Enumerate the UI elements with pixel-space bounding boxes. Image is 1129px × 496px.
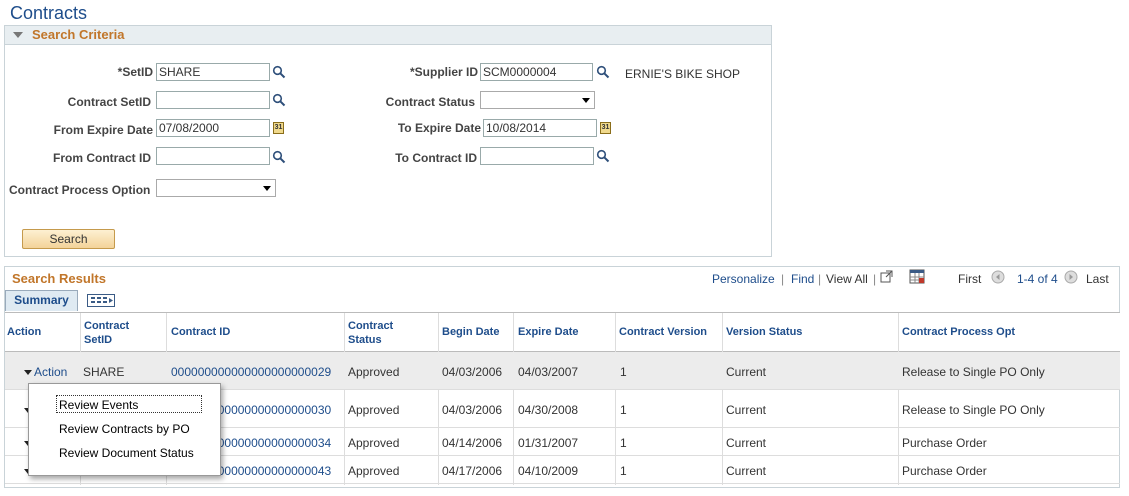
- menu-item-review-document-status[interactable]: Review Document Status: [59, 446, 194, 460]
- chevron-down-icon: [582, 98, 590, 103]
- collapse-triangle-icon[interactable]: [13, 32, 23, 38]
- from-expire-date-input[interactable]: [156, 119, 270, 137]
- previous-arrow-icon[interactable]: [991, 270, 1005, 284]
- download-grid-icon[interactable]: [909, 269, 925, 284]
- row-expire-date: 04/30/2008: [518, 403, 579, 417]
- search-results-title: Search Results: [12, 271, 106, 286]
- row-version: 1: [620, 436, 627, 450]
- new-window-icon[interactable]: [880, 270, 893, 283]
- column-header-begin-date[interactable]: Begin Date: [442, 326, 499, 338]
- supplier-id-input[interactable]: [480, 63, 593, 81]
- row-begin-date: 04/03/2006: [442, 365, 503, 379]
- menu-item-review-contracts-by-po[interactable]: Review Contracts by PO: [59, 422, 190, 436]
- tab-summary[interactable]: Summary: [5, 290, 78, 311]
- row-begin-date: 04/17/2006: [442, 464, 503, 478]
- search-criteria-panel: [4, 25, 772, 257]
- row-range: 1-4 of 4: [1017, 272, 1058, 286]
- search-button[interactable]: Search: [22, 229, 115, 249]
- to-expire-date-input[interactable]: [483, 119, 597, 137]
- contract-status-select[interactable]: [480, 91, 595, 109]
- to-expire-date-label: To Expire Date: [397, 121, 481, 135]
- separator: |: [781, 272, 785, 286]
- row-status: Approved: [348, 436, 400, 450]
- row-process-opt: Release to Single PO Only: [902, 403, 1045, 417]
- contract-id-link[interactable]: 000000000000000000000029: [171, 365, 331, 379]
- column-header-contract-status[interactable]: Contract Status: [348, 319, 408, 347]
- personalize-link[interactable]: Personalize: [712, 272, 775, 286]
- column-header-version-status[interactable]: Version Status: [726, 326, 802, 338]
- supplier-name: ERNIE'S BIKE SHOP: [625, 67, 740, 81]
- column-header-process-opt[interactable]: Contract Process Opt: [902, 326, 1015, 338]
- setid-input[interactable]: [156, 63, 270, 81]
- from-contract-id-label: From Contract ID: [52, 151, 151, 165]
- row-version-status: Current: [726, 464, 767, 478]
- row-begin-date: 04/03/2006: [442, 403, 503, 417]
- menu-item-review-events[interactable]: Review Events: [59, 398, 138, 412]
- row-process-opt: Purchase Order: [902, 464, 987, 478]
- row-version: 1: [620, 464, 627, 478]
- separator: |: [818, 272, 822, 286]
- column-header-contract-version[interactable]: Contract Version: [619, 326, 707, 338]
- column-header-contract-id[interactable]: Contract ID: [171, 326, 230, 338]
- first-label: First: [958, 272, 982, 286]
- row-version-status: Current: [726, 403, 767, 417]
- calendar-icon[interactable]: 31: [600, 122, 611, 134]
- contract-setid-input[interactable]: [156, 91, 270, 109]
- action-dropdown-icon[interactable]: [24, 370, 32, 375]
- column-header-action[interactable]: Action: [7, 326, 41, 338]
- supplier-id-label: *Supplier ID: [409, 65, 478, 79]
- row-version-status: Current: [726, 365, 767, 379]
- column-header-contract-setid[interactable]: Contract SetID: [84, 319, 144, 347]
- row-version: 1: [620, 365, 627, 379]
- row-expire-date: 04/10/2009: [518, 464, 579, 478]
- row-setid: SHARE: [83, 365, 125, 379]
- row-begin-date: 04/14/2006: [442, 436, 503, 450]
- search-criteria-title: Search Criteria: [32, 27, 125, 42]
- row-status: Approved: [348, 464, 400, 478]
- page-title: Contracts: [10, 3, 88, 23]
- setid-label: *SetID: [117, 65, 153, 79]
- contract-setid-lookup-icon[interactable]: [272, 93, 286, 107]
- find-link[interactable]: Find: [791, 272, 814, 286]
- row-expire-date: 04/03/2007: [518, 365, 579, 379]
- from-expire-date-label: From Expire Date: [53, 123, 153, 137]
- row-process-opt: Release to Single PO Only: [902, 365, 1045, 379]
- to-contract-lookup-icon[interactable]: [596, 149, 610, 163]
- contract-process-option-select[interactable]: [156, 179, 276, 197]
- from-contract-lookup-icon[interactable]: [272, 150, 286, 164]
- row-status: Approved: [348, 365, 400, 379]
- show-all-columns-icon[interactable]: [87, 294, 115, 307]
- to-contract-id-label: To Contract ID: [395, 151, 477, 165]
- row-version-status: Current: [726, 436, 767, 450]
- row-version: 1: [620, 403, 627, 417]
- setid-lookup-icon[interactable]: [272, 65, 286, 79]
- column-header-expire-date[interactable]: Expire Date: [518, 326, 579, 338]
- contract-status-label: Contract Status: [385, 95, 475, 109]
- contract-setid-label: Contract SetID: [67, 95, 151, 109]
- row-process-opt: Purchase Order: [902, 436, 987, 450]
- to-contract-id-input[interactable]: [480, 147, 594, 165]
- supplier-lookup-icon[interactable]: [596, 65, 610, 79]
- view-all-link[interactable]: View All: [826, 272, 868, 286]
- action-link[interactable]: Action: [34, 365, 67, 379]
- chevron-down-icon: [263, 186, 271, 191]
- row-expire-date: 01/31/2007: [518, 436, 579, 450]
- from-contract-id-input[interactable]: [156, 147, 270, 165]
- next-arrow-icon[interactable]: [1064, 270, 1078, 284]
- separator: |: [873, 272, 877, 286]
- contract-process-option-label: Contract Process Option: [9, 183, 151, 197]
- calendar-icon[interactable]: 31: [273, 122, 284, 134]
- last-label: Last: [1086, 272, 1109, 286]
- row-status: Approved: [348, 403, 400, 417]
